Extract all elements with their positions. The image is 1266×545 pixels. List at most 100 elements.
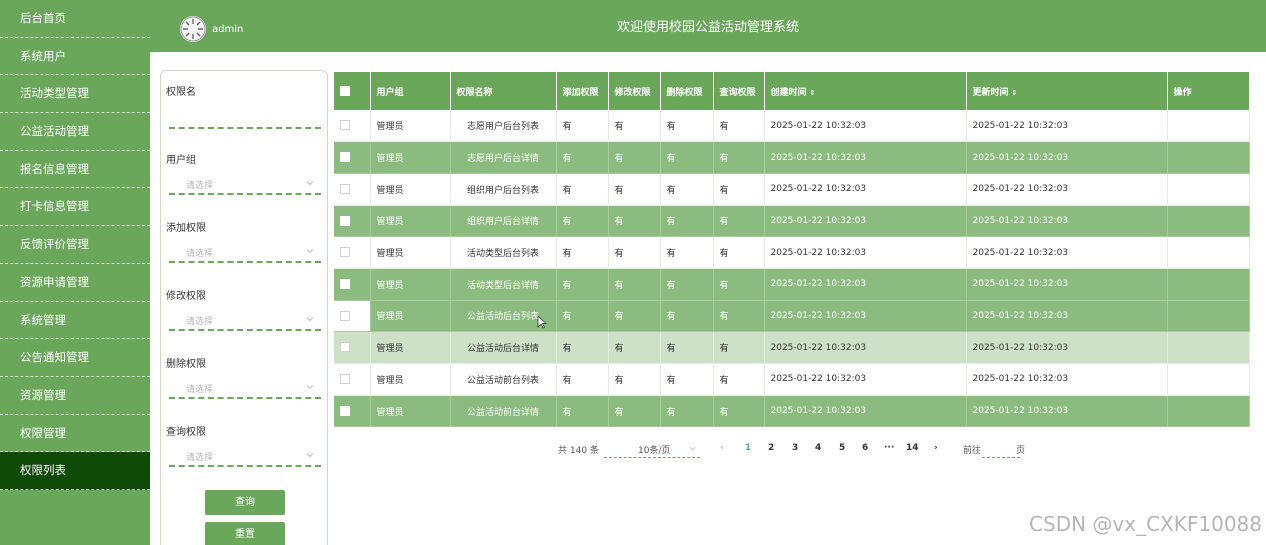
- sidebar-item-resources[interactable]: 资源管理: [0, 377, 150, 415]
- sort-icon[interactable]: ⇕: [1012, 89, 1018, 97]
- user-group-select[interactable]: 请选择: [169, 175, 321, 195]
- cell-perm-name: 组织用户后台详情: [450, 205, 557, 238]
- page-size-value: 10条/页: [638, 446, 671, 456]
- search-button[interactable]: 查询: [205, 490, 285, 515]
- cell-edit-perm: 有: [608, 141, 661, 174]
- chevron-down-icon: [306, 453, 314, 458]
- col-updated[interactable]: 更新时间 ⇕: [966, 72, 1168, 110]
- prev-page-button[interactable]: ‹: [720, 443, 724, 453]
- page-size-select[interactable]: 10条/页: [604, 441, 700, 458]
- row-select-cell[interactable]: [334, 141, 371, 174]
- sidebar-item-permissions[interactable]: 权限管理: [0, 415, 150, 453]
- jump-page-input[interactable]: [982, 441, 1020, 458]
- cell-updated: 2025-01-22 10:32:03: [966, 205, 1168, 238]
- select-all-checkbox[interactable]: [340, 85, 350, 96]
- col-query-perm: 查询权限: [713, 72, 765, 110]
- sidebar-item-system-users[interactable]: 系统用户: [0, 38, 150, 76]
- page-4[interactable]: 4: [815, 443, 821, 453]
- table-row[interactable]: 管理员 公益活动后台列表 有 有 有 有 2025-01-22 10:32:03…: [334, 300, 1250, 333]
- table-row[interactable]: 管理员 公益活动后台详情 有 有 有 有 2025-01-22 10:32:03…: [334, 331, 1250, 364]
- page-2[interactable]: 2: [768, 443, 774, 453]
- row-select-cell[interactable]: [334, 268, 371, 301]
- cell-delete-perm: 有: [660, 205, 714, 238]
- sidebar-item-home[interactable]: 后台首页: [0, 0, 150, 38]
- add-perm-select[interactable]: 请选择: [169, 243, 321, 263]
- cell-add-perm: 有: [556, 110, 609, 143]
- row-checkbox[interactable]: [340, 405, 350, 416]
- table-row[interactable]: 管理员 志愿用户后台详情 有 有 有 有 2025-01-22 10:32:03…: [334, 141, 1250, 174]
- perm-name-input[interactable]: [169, 127, 321, 129]
- page-3[interactable]: 3: [792, 443, 798, 453]
- cell-add-perm: 有: [556, 300, 609, 333]
- row-select-cell[interactable]: [334, 363, 371, 396]
- col-created[interactable]: 创建时间 ⇕: [764, 72, 967, 110]
- cell-edit-perm: 有: [608, 173, 661, 206]
- select-all-cell[interactable]: [334, 72, 371, 110]
- sidebar-item-feedback[interactable]: 反馈评价管理: [0, 226, 150, 264]
- edit-perm-select[interactable]: 请选择: [169, 311, 321, 331]
- row-select-cell[interactable]: [334, 331, 371, 364]
- row-checkbox[interactable]: [340, 152, 350, 163]
- cell-actions: [1167, 268, 1250, 301]
- row-select-cell[interactable]: [334, 300, 371, 333]
- cell-actions: [1167, 205, 1250, 238]
- sidebar-item-registrations[interactable]: 报名信息管理: [0, 151, 150, 189]
- cell-delete-perm: 有: [660, 110, 714, 143]
- row-select-cell[interactable]: [334, 110, 371, 143]
- table-row[interactable]: 管理员 活动类型后台列表 有 有 有 有 2025-01-22 10:32:03…: [334, 236, 1250, 269]
- more-pages-button[interactable]: ···: [884, 443, 894, 453]
- row-checkbox[interactable]: [340, 120, 350, 131]
- sidebar-item-resource-requests[interactable]: 资源申请管理: [0, 264, 150, 302]
- cell-user-group: 管理员: [370, 110, 451, 143]
- table-row[interactable]: 管理员 组织用户后台列表 有 有 有 有 2025-01-22 10:32:03…: [334, 173, 1250, 206]
- page-14[interactable]: 14: [906, 443, 919, 453]
- cell-updated: 2025-01-22 10:32:03: [966, 110, 1168, 143]
- user-group-underline: [169, 193, 321, 195]
- row-checkbox[interactable]: [340, 374, 350, 385]
- delete-perm-select[interactable]: 请选择: [169, 379, 321, 399]
- col-actions: 操作: [1167, 72, 1250, 110]
- row-select-cell[interactable]: [334, 236, 371, 269]
- row-checkbox[interactable]: [340, 342, 350, 353]
- page-5[interactable]: 5: [839, 443, 845, 453]
- cell-perm-name: 活动类型后台列表: [450, 236, 557, 269]
- table-row[interactable]: 管理员 公益活动前台详情 有 有 有 有 2025-01-22 10:32:03…: [334, 395, 1250, 428]
- row-checkbox[interactable]: [340, 183, 350, 194]
- query-perm-select[interactable]: 请选择: [169, 447, 321, 467]
- cell-add-perm: 有: [556, 205, 609, 238]
- cell-updated: 2025-01-22 10:32:03: [966, 300, 1168, 333]
- sidebar-item-permission-list[interactable]: 权限列表: [0, 452, 150, 490]
- row-checkbox[interactable]: [340, 279, 350, 290]
- cell-query-perm: 有: [713, 173, 765, 206]
- edit-perm-label: 修改权限: [166, 291, 206, 302]
- cell-edit-perm: 有: [608, 268, 661, 301]
- sidebar-item-activity-types[interactable]: 活动类型管理: [0, 75, 150, 114]
- row-checkbox[interactable]: [340, 247, 350, 258]
- row-select-cell[interactable]: [334, 205, 371, 238]
- next-page-button[interactable]: ›: [934, 443, 938, 453]
- col-edit-perm: 修改权限: [608, 72, 661, 110]
- table-row[interactable]: 管理员 组织用户后台详情 有 有 有 有 2025-01-22 10:32:03…: [334, 205, 1250, 238]
- cell-user-group: 管理员: [370, 173, 451, 206]
- cell-delete-perm: 有: [660, 268, 714, 301]
- row-select-cell[interactable]: [334, 395, 371, 428]
- table-row[interactable]: 管理员 志愿用户后台列表 有 有 有 有 2025-01-22 10:32:03…: [334, 110, 1250, 143]
- sort-icon[interactable]: ⇕: [810, 89, 816, 97]
- sidebar-item-announcements[interactable]: 公告通知管理: [0, 339, 150, 377]
- row-select-cell[interactable]: [334, 173, 371, 206]
- table-row[interactable]: 管理员 公益活动前台列表 有 有 有 有 2025-01-22 10:32:03…: [334, 363, 1250, 396]
- sidebar-item-checkins[interactable]: 打卡信息管理: [0, 188, 150, 227]
- cell-add-perm: 有: [556, 395, 609, 428]
- col-updated-label: 更新时间: [972, 87, 1009, 98]
- cell-actions: [1167, 173, 1250, 206]
- page-6[interactable]: 6: [862, 443, 868, 453]
- sidebar-item-charity-activities[interactable]: 公益活动管理: [0, 113, 150, 151]
- row-checkbox[interactable]: [340, 310, 350, 321]
- row-checkbox[interactable]: [340, 215, 350, 226]
- cell-query-perm: 有: [713, 236, 765, 269]
- reset-button[interactable]: 重置: [205, 522, 285, 545]
- page-1[interactable]: 1: [745, 443, 751, 453]
- chevron-down-icon: [306, 181, 314, 186]
- sidebar-item-system-management[interactable]: 系统管理: [0, 302, 150, 340]
- table-row[interactable]: 管理员 活动类型后台详情 有 有 有 有 2025-01-22 10:32:03…: [334, 268, 1250, 301]
